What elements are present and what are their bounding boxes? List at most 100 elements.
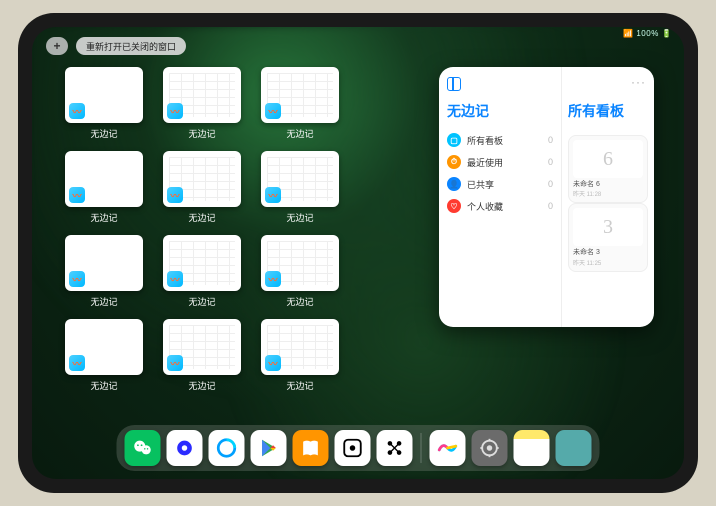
freeform-icon: 〰 <box>167 271 183 287</box>
thumb-preview: 〰 <box>261 151 339 207</box>
thumb-preview: 〰 <box>261 319 339 375</box>
dock-dot-app-icon[interactable] <box>335 430 371 466</box>
category-count: 0 <box>548 157 553 167</box>
dock-separator <box>421 433 422 463</box>
freeform-icon: 〰 <box>167 103 183 119</box>
boards-title: 所有看板 <box>568 101 648 121</box>
board-tile[interactable]: 3 未命名 3 昨天 11:25 <box>568 203 648 271</box>
dock-app-library-icon[interactable] <box>556 430 592 466</box>
dock-freeform-icon[interactable] <box>430 430 466 466</box>
board-time: 昨天 11:28 <box>573 189 643 198</box>
window-thumb[interactable]: 〰 无边记 <box>160 319 244 395</box>
category-icon: ▢ <box>447 133 461 147</box>
window-thumb[interactable]: 〰 无边记 <box>258 151 342 227</box>
panel-title: 无边记 <box>447 101 553 121</box>
category-row[interactable]: 👤 已共享 0 <box>447 173 553 195</box>
thumb-label: 无边记 <box>188 295 215 308</box>
category-count: 0 <box>548 179 553 189</box>
freeform-icon: 〰 <box>69 271 85 287</box>
window-thumb[interactable]: 〰 无边记 <box>160 151 244 227</box>
category-icon: 👤 <box>447 177 461 191</box>
board-name: 未命名 3 <box>573 249 643 257</box>
window-thumb[interactable]: 〰 无边记 <box>62 319 146 395</box>
thumb-preview: 〰 <box>65 151 143 207</box>
dock-settings-icon[interactable] <box>472 430 508 466</box>
dock-books-icon[interactable] <box>293 430 329 466</box>
board-sketch: 6 <box>573 140 643 178</box>
workspace: 〰 无边记 〰 无边记 〰 无边记 〰 无边记 〰 无边记 〰 无边记 〰 无边… <box>62 67 654 419</box>
panel-boards: 所有看板 6 未命名 6 昨天 11:283 未命名 3 昨天 11:25 <box>562 67 654 327</box>
freeform-icon: 〰 <box>167 355 183 371</box>
category-label: 最近使用 <box>467 156 503 169</box>
window-thumb[interactable]: 〰 无边记 <box>258 67 342 143</box>
board-tile[interactable]: 6 未命名 6 昨天 11:28 <box>568 135 648 203</box>
thumb-preview: 〰 <box>163 319 241 375</box>
category-label: 个人收藏 <box>467 200 503 213</box>
freeform-icon: 〰 <box>265 187 281 203</box>
window-thumb[interactable]: 〰 无边记 <box>62 151 146 227</box>
thumb-preview: 〰 <box>65 319 143 375</box>
category-icon: ♡ <box>447 199 461 213</box>
window-thumb[interactable]: 〰 无边记 <box>62 67 146 143</box>
thumb-label: 无边记 <box>90 211 117 224</box>
freeform-split-panel[interactable]: ··· 无边记 ▢ 所有看板 0⏱ 最近使用 0👤 已共享 0♡ 个人收藏 0 … <box>439 67 654 327</box>
freeform-icon: 〰 <box>69 187 85 203</box>
thumb-label: 无边记 <box>90 127 117 140</box>
dock <box>117 425 600 471</box>
window-thumb[interactable]: 〰 无边记 <box>160 235 244 311</box>
freeform-icon: 〰 <box>167 187 183 203</box>
thumb-preview: 〰 <box>65 235 143 291</box>
thumb-label: 无边记 <box>286 127 313 140</box>
dock-quark-icon[interactable] <box>167 430 203 466</box>
board-time: 昨天 11:25 <box>573 258 643 267</box>
window-grid: 〰 无边记 〰 无边记 〰 无边记 〰 无边记 〰 无边记 〰 无边记 〰 无边… <box>62 67 419 419</box>
status-bar: 📶 100% 🔋 <box>623 29 672 38</box>
freeform-icon: 〰 <box>265 271 281 287</box>
category-count: 0 <box>548 201 553 211</box>
freeform-icon: 〰 <box>69 355 85 371</box>
thumb-preview: 〰 <box>163 235 241 291</box>
screen: 📶 100% 🔋 + 重新打开已关闭的窗口 〰 无边记 〰 无边记 〰 无边记 … <box>32 27 684 479</box>
freeform-icon: 〰 <box>265 355 281 371</box>
window-thumb[interactable]: 〰 无边记 <box>258 319 342 395</box>
thumb-label: 无边记 <box>188 379 215 392</box>
freeform-icon: 〰 <box>265 103 281 119</box>
reopen-closed-window-button[interactable]: 重新打开已关闭的窗口 <box>76 37 186 55</box>
thumb-label: 无边记 <box>90 295 117 308</box>
thumb-label: 无边记 <box>188 127 215 140</box>
dock-play-icon[interactable] <box>251 430 287 466</box>
board-sketch: 3 <box>573 208 643 246</box>
new-window-button[interactable]: + <box>46 37 68 55</box>
sidebar-toggle-icon[interactable] <box>447 77 461 91</box>
window-thumb[interactable]: 〰 无边记 <box>62 235 146 311</box>
more-icon[interactable]: ··· <box>631 75 646 89</box>
thumb-preview: 〰 <box>65 67 143 123</box>
panel-sidebar: 无边记 ▢ 所有看板 0⏱ 最近使用 0👤 已共享 0♡ 个人收藏 0 <box>439 67 562 327</box>
thumb-label: 无边记 <box>188 211 215 224</box>
dock-wechat-icon[interactable] <box>125 430 161 466</box>
thumb-preview: 〰 <box>261 235 339 291</box>
thumb-label: 无边记 <box>286 379 313 392</box>
top-controls: + 重新打开已关闭的窗口 <box>46 37 186 55</box>
dock-notes-icon[interactable] <box>514 430 550 466</box>
thumb-label: 无边记 <box>90 379 117 392</box>
board-name: 未命名 6 <box>573 181 643 189</box>
freeform-icon: 〰 <box>69 103 85 119</box>
category-label: 已共享 <box>467 178 494 191</box>
category-icon: ⏱ <box>447 155 461 169</box>
thumb-label: 无边记 <box>286 295 313 308</box>
device-frame: 📶 100% 🔋 + 重新打开已关闭的窗口 〰 无边记 〰 无边记 〰 无边记 … <box>18 13 698 493</box>
category-count: 0 <box>548 135 553 145</box>
thumb-preview: 〰 <box>261 67 339 123</box>
category-label: 所有看板 <box>467 134 503 147</box>
window-thumb[interactable]: 〰 无边记 <box>258 235 342 311</box>
thumb-preview: 〰 <box>163 151 241 207</box>
dock-qqbrowser-icon[interactable] <box>209 430 245 466</box>
window-thumb[interactable]: 〰 无边记 <box>160 67 244 143</box>
thumb-label: 无边记 <box>286 211 313 224</box>
thumb-preview: 〰 <box>163 67 241 123</box>
category-row[interactable]: ▢ 所有看板 0 <box>447 129 553 151</box>
category-row[interactable]: ♡ 个人收藏 0 <box>447 195 553 217</box>
dock-dots-app-icon[interactable] <box>377 430 413 466</box>
category-row[interactable]: ⏱ 最近使用 0 <box>447 151 553 173</box>
